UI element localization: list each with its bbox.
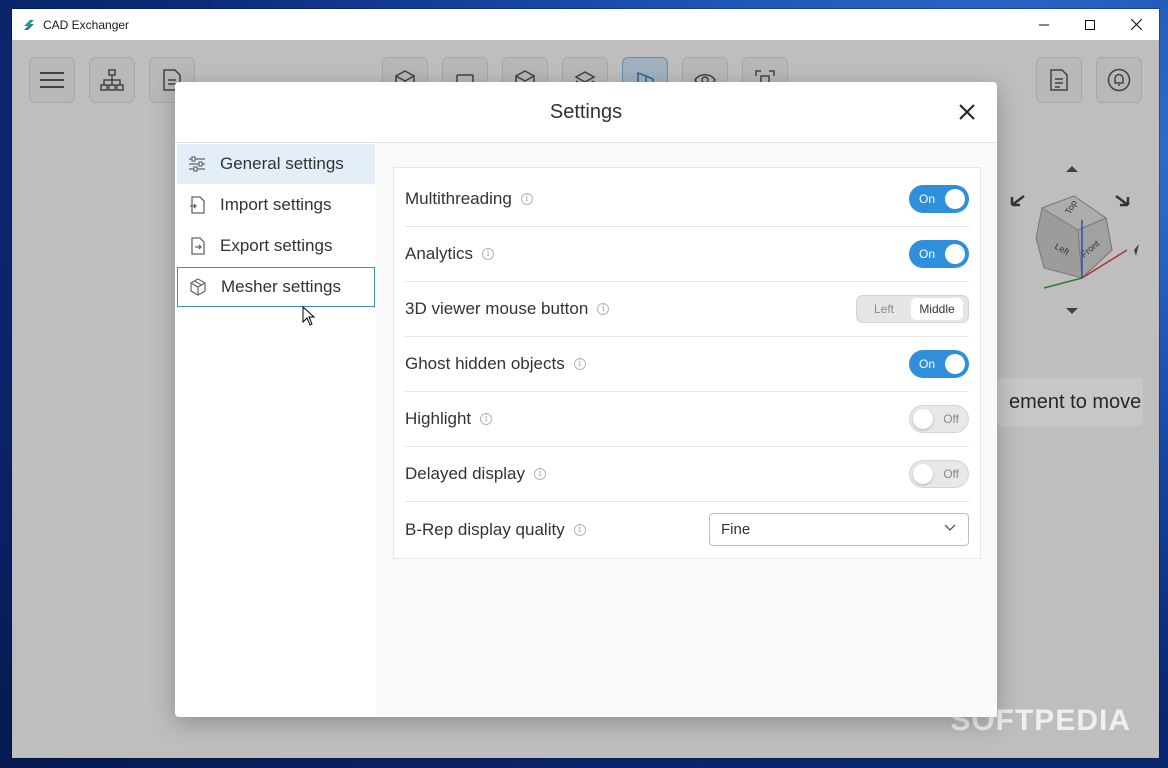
setting-brep-display-quality: B-Rep display quality i Fine	[405, 502, 969, 557]
ghost-hidden-toggle[interactable]: On	[909, 350, 969, 378]
setting-analytics: Analytics i On	[405, 227, 969, 282]
setting-label: Multithreading	[405, 189, 512, 208]
settings-sidebar: General settings Import settings Export …	[175, 143, 377, 717]
settings-dialog: Settings General settings Import setting…	[175, 82, 997, 717]
mouse-button-segmented-control: Left Middle	[856, 295, 969, 323]
sliders-icon	[187, 154, 207, 174]
chevron-down-icon	[944, 524, 956, 531]
info-icon[interactable]: i	[480, 413, 493, 425]
mesh-cube-icon	[188, 277, 208, 297]
setting-highlight: Highlight i Off	[405, 392, 969, 447]
multithreading-toggle[interactable]: On	[909, 185, 969, 213]
setting-ghost-hidden-objects: Ghost hidden objects i On	[405, 337, 969, 392]
info-icon[interactable]: i	[482, 248, 495, 260]
info-icon[interactable]: i	[573, 523, 586, 536]
toggle-state: Off	[943, 412, 959, 426]
delayed-display-toggle[interactable]: Off	[909, 460, 969, 488]
select-value: Fine	[721, 521, 751, 538]
setting-label: Analytics	[405, 244, 474, 263]
setting-multithreading: Multithreading i On	[405, 172, 969, 227]
setting-label: Delayed display	[405, 464, 526, 483]
maximize-button[interactable]	[1067, 9, 1113, 40]
minimize-icon	[1039, 24, 1049, 25]
analytics-toggle[interactable]: On	[909, 240, 969, 268]
close-window-button[interactable]	[1113, 9, 1159, 40]
setting-label: Ghost hidden objects	[405, 354, 565, 373]
segment-middle-option[interactable]: Middle	[911, 298, 963, 320]
toggle-state: On	[919, 357, 936, 371]
toggle-state: Off	[943, 467, 959, 481]
highlight-toggle[interactable]: Off	[909, 405, 969, 433]
close-dialog-button[interactable]	[955, 100, 979, 124]
export-file-icon	[187, 236, 207, 256]
title-bar: CAD Exchanger	[12, 9, 1159, 40]
maximize-icon	[1085, 19, 1095, 30]
nav-mesher-settings[interactable]: Mesher settings	[177, 267, 375, 307]
info-icon[interactable]: i	[534, 468, 547, 480]
close-icon	[959, 104, 975, 120]
nav-label: Mesher settings	[221, 277, 341, 296]
setting-label: Highlight	[405, 409, 472, 428]
toggle-state: On	[919, 247, 936, 261]
setting-label: 3D viewer mouse button	[405, 299, 589, 318]
nav-export-settings[interactable]: Export settings	[177, 226, 375, 266]
info-icon[interactable]: i	[573, 358, 586, 370]
minimize-button[interactable]	[1021, 9, 1067, 40]
setting-label: B-Rep display quality	[405, 519, 565, 539]
mouse-cursor-icon	[302, 306, 316, 326]
info-icon[interactable]: i	[597, 303, 610, 315]
nav-label: Export settings	[220, 236, 333, 255]
segment-left-option[interactable]: Left	[857, 302, 911, 316]
setting-viewer-mouse-button: 3D viewer mouse button i Left Middle	[405, 282, 969, 337]
dialog-title: Settings	[549, 100, 623, 123]
nav-label: Import settings	[220, 195, 332, 214]
window-title: CAD Exchanger	[43, 17, 130, 32]
close-icon	[1130, 19, 1142, 30]
setting-delayed-display: Delayed display i Off	[405, 447, 969, 502]
settings-content: Multithreading i On Analytics i On 3D vi…	[376, 143, 997, 717]
app-logo-icon	[24, 19, 34, 30]
import-file-icon	[187, 195, 207, 215]
info-icon[interactable]: i	[520, 193, 533, 205]
nav-general-settings[interactable]: General settings	[177, 144, 375, 184]
dialog-header: Settings	[175, 82, 997, 143]
toggle-state: On	[919, 192, 936, 206]
nav-label: General settings	[220, 154, 344, 173]
general-settings-panel: Multithreading i On Analytics i On 3D vi…	[393, 167, 981, 559]
brep-quality-select[interactable]: Fine	[709, 513, 969, 546]
nav-import-settings[interactable]: Import settings	[177, 185, 375, 225]
